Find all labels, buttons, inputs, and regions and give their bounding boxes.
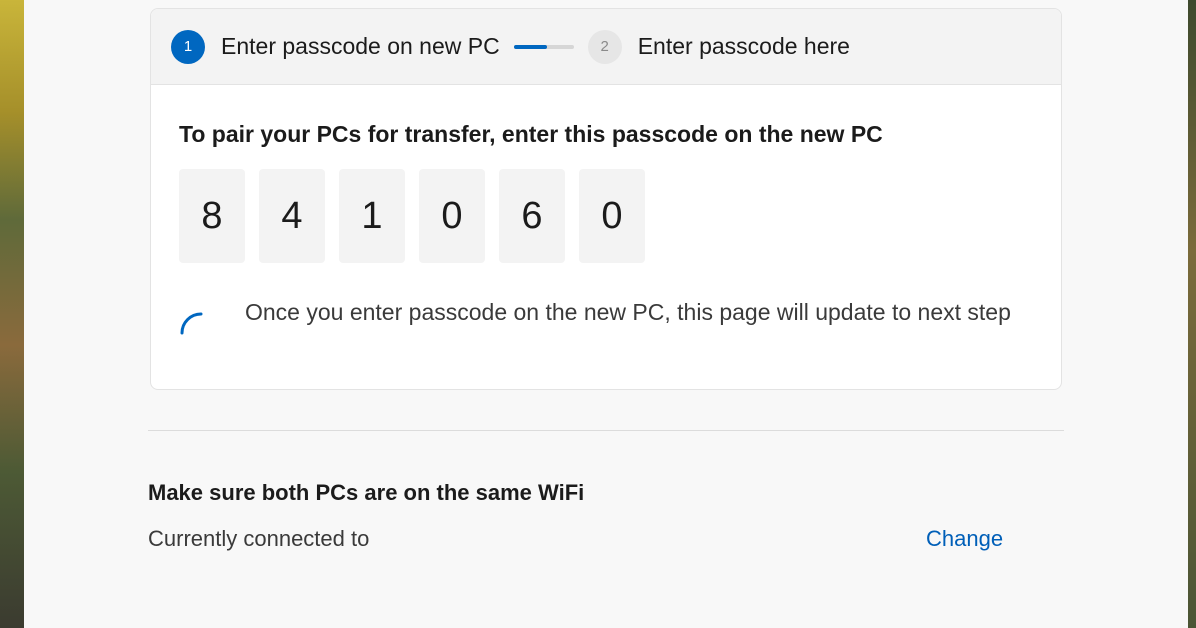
section-divider bbox=[148, 430, 1064, 431]
wait-message: Once you enter passcode on the new PC, t… bbox=[245, 299, 1011, 325]
passcode-display: 8 4 1 0 6 0 bbox=[179, 169, 659, 263]
step-connector-progress bbox=[513, 44, 548, 49]
passcode-digit: 4 bbox=[259, 169, 325, 263]
passcode-digit: 1 bbox=[339, 169, 405, 263]
transfer-window: 1 Enter passcode on new PC 2 Enter passc… bbox=[24, 0, 1188, 628]
step-2-label: Enter passcode here bbox=[637, 33, 850, 59]
passcode-digit: 0 bbox=[419, 169, 485, 263]
desktop-wallpaper-right bbox=[1188, 0, 1196, 628]
pairing-instruction: To pair your PCs for transfer, enter thi… bbox=[179, 121, 883, 147]
change-wifi-link[interactable]: Change bbox=[926, 526, 1003, 552]
passcode-digit: 8 bbox=[179, 169, 245, 263]
desktop-wallpaper-left bbox=[0, 0, 24, 628]
loading-spinner-icon bbox=[180, 312, 203, 335]
passcode-digit: 6 bbox=[499, 169, 565, 263]
stepper: 1 Enter passcode on new PC 2 Enter passc… bbox=[151, 9, 1061, 85]
passcode-digit: 0 bbox=[579, 169, 645, 263]
wifi-title: Make sure both PCs are on the same WiFi bbox=[148, 480, 585, 505]
step-2-badge: 2 bbox=[587, 29, 622, 64]
step-1-label: Enter passcode on new PC bbox=[221, 33, 500, 59]
passcode-card: 1 Enter passcode on new PC 2 Enter passc… bbox=[150, 8, 1062, 390]
step-connector bbox=[513, 44, 574, 49]
step-1-badge: 1 bbox=[171, 29, 205, 64]
wifi-connection-status: Currently connected to bbox=[148, 526, 370, 551]
